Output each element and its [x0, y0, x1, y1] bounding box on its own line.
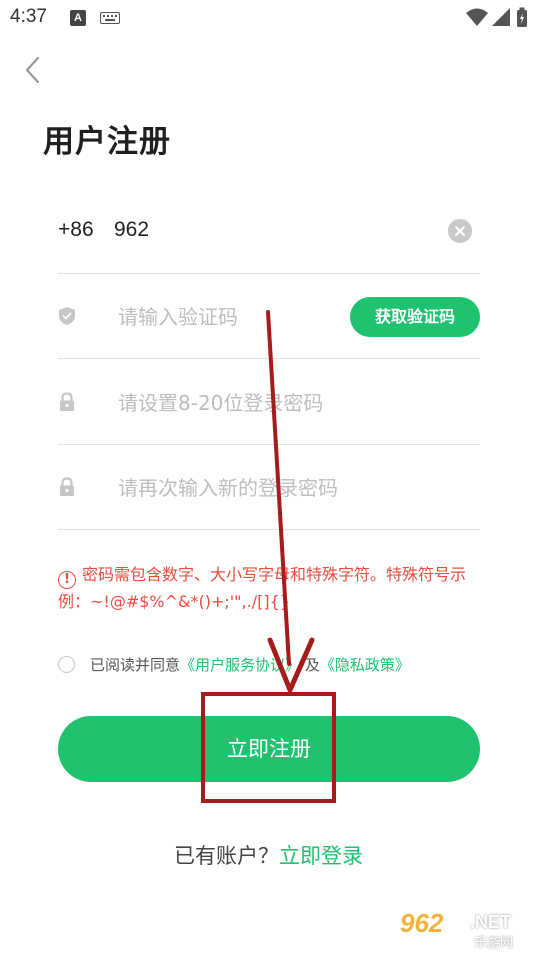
verification-code-row: 获取验证码	[58, 273, 480, 359]
status-time: 4:37	[10, 6, 47, 27]
keyboard-icon	[100, 12, 120, 24]
country-code[interactable]: +86	[58, 218, 94, 242]
warning-circle-icon: !	[58, 571, 76, 589]
lock-icon	[60, 392, 74, 411]
chevron-left-icon	[25, 56, 40, 84]
warning-text: 密码需包含数字、大小写字母和特殊字符。特殊符号示例：~!@#$%^&*()+;'…	[58, 565, 467, 611]
confirm-password-input[interactable]	[118, 474, 398, 502]
agreement-prefix: 已阅读并同意	[90, 656, 181, 674]
status-icons	[466, 7, 527, 27]
watermark-cn: 乐游网	[474, 936, 514, 951]
page-title: 用户注册	[43, 124, 171, 160]
lock-icon	[60, 477, 74, 496]
login-prompt-row: 已有账户？立即登录	[0, 840, 537, 870]
privacy-policy-link[interactable]: 《隐私政策》	[320, 656, 410, 674]
login-prompt: 已有账户？	[174, 844, 279, 868]
password-row	[58, 359, 480, 445]
password-rule-warning: ! 密码需包含数字、大小写字母和特殊字符。特殊符号示例：~!@#$%^&*()+;…	[58, 562, 488, 615]
register-button[interactable]: 立即注册	[58, 716, 480, 782]
shield-icon	[59, 307, 75, 325]
signal-icon	[492, 8, 510, 26]
close-circle-icon[interactable]	[448, 219, 472, 243]
notification-a-icon: A	[70, 10, 86, 26]
back-button[interactable]	[18, 52, 52, 88]
site-watermark-logo: 962 .NET 乐游网	[396, 906, 530, 952]
agreement-joiner: 及	[304, 656, 320, 674]
battery-icon	[517, 7, 527, 27]
agreement-text: 已阅读并同意《用户服务协议》 及《隐私政策》	[90, 654, 410, 675]
phone-field-row: +86 962	[58, 188, 480, 274]
status-bar: 4:37 A	[0, 0, 537, 36]
confirm-password-row	[58, 444, 480, 530]
wifi-icon	[466, 8, 488, 26]
phone-input[interactable]: 962	[114, 218, 149, 242]
password-input[interactable]	[118, 389, 398, 417]
login-link[interactable]: 立即登录	[279, 844, 363, 868]
agreement-checkbox[interactable]	[58, 656, 75, 673]
watermark-number: 962	[400, 908, 444, 938]
watermark-domain: .NET	[470, 912, 512, 932]
get-code-button[interactable]: 获取验证码	[350, 297, 480, 337]
service-agreement-link[interactable]: 《用户服务协议》	[180, 656, 300, 674]
